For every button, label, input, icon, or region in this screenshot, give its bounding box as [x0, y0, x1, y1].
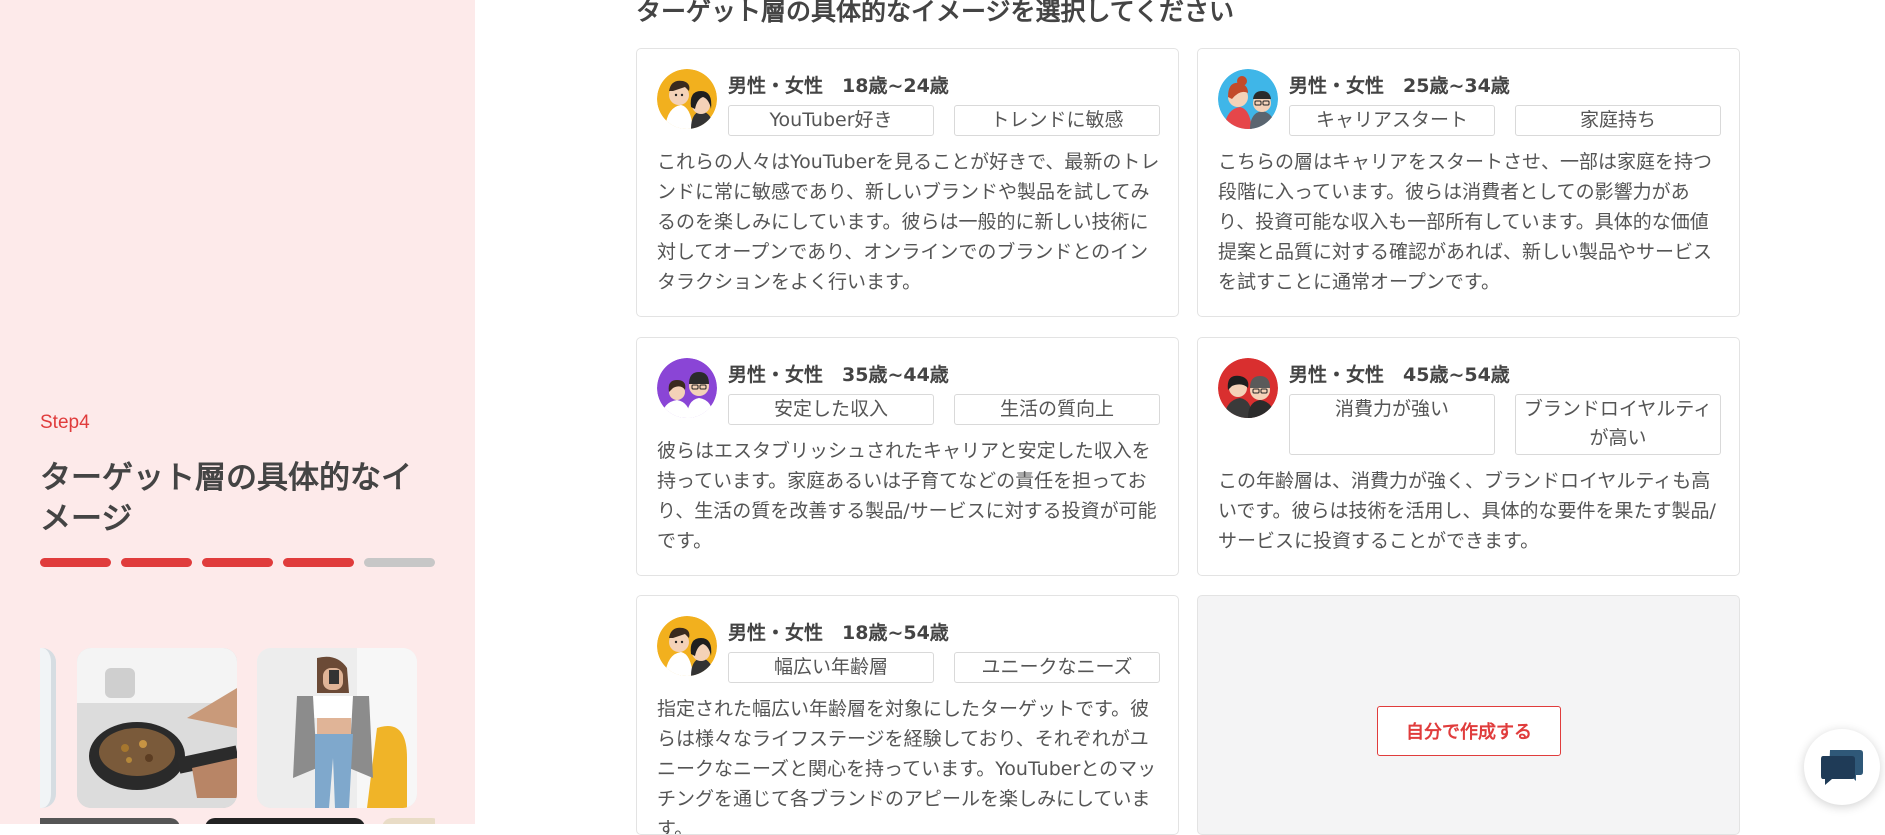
- gallery-photo-partial: [40, 648, 56, 808]
- gallery-photo-cooking: [77, 648, 237, 808]
- create-own-button[interactable]: 自分で作成する: [1377, 706, 1561, 756]
- progress-segment: [202, 558, 273, 567]
- tag: キャリアスタート: [1289, 105, 1495, 136]
- card-description: この年齢層は、消費力が強く、ブランドロイヤルティも高いです。彼らは技術を活用し、…: [1218, 470, 1716, 552]
- target-card-45-54[interactable]: 男性・女性 45歳~54歳 消費力が強い ブランドロイヤルティが高い この年齢層…: [1197, 337, 1740, 576]
- progress-bar: [40, 558, 435, 567]
- progress-segment: [121, 558, 192, 567]
- card-header: 男性・女性 35歳~44歳: [728, 364, 949, 386]
- tag-list: 幅広い年齢層 ユニークなニーズ: [728, 652, 1160, 683]
- progress-segment: [40, 558, 111, 567]
- progress-segment: [364, 558, 435, 567]
- photo-gallery: [40, 648, 435, 824]
- step-label: Step4: [40, 412, 90, 433]
- gallery-photo-fashion: [257, 648, 417, 808]
- card-description: これらの人々はYouTuberを見ることが好きで、最新のトレンドに常に敏感であり…: [657, 151, 1160, 293]
- create-own-card: 自分で作成する: [1197, 595, 1740, 835]
- target-card-25-34[interactable]: 男性・女性 25歳~34歳 キャリアスタート 家庭持ち こちらの層はキャリアをス…: [1197, 48, 1740, 317]
- card-description: 彼らはエスタブリッシュされたキャリアと安定した収入を持っています。家庭あるいは子…: [657, 440, 1157, 552]
- card-header: 男性・女性 25歳~34歳: [1289, 75, 1510, 97]
- avatar: [657, 69, 717, 129]
- target-card-18-24[interactable]: 男性・女性 18歳~24歳 YouTuber好き トレンドに敏感 これらの人々は…: [636, 48, 1179, 317]
- gallery-photo-row2-a: [40, 818, 180, 824]
- tag: 生活の質向上: [954, 394, 1160, 425]
- tag-list: キャリアスタート 家庭持ち: [1289, 105, 1721, 136]
- tag: ユニークなニーズ: [954, 652, 1160, 683]
- card-header: 男性・女性 18歳~54歳: [728, 622, 949, 644]
- card-header: 男性・女性 45歳~54歳: [1289, 364, 1510, 386]
- tag: 幅広い年齢層: [728, 652, 934, 683]
- avatar: [1218, 69, 1278, 129]
- tag-list: 安定した収入 生活の質向上: [728, 394, 1160, 425]
- progress-segment: [283, 558, 354, 567]
- gallery-photo-row2-b: [205, 818, 365, 824]
- card-header: 男性・女性 18歳~24歳: [728, 75, 949, 97]
- card-description: こちらの層はキャリアをスタートさせ、一部は家庭を持つ段階に入っています。彼らは消…: [1218, 151, 1713, 293]
- page-title: ターゲット層の具体的なイメージを選択してください: [636, 0, 1235, 26]
- chat-bubble-icon: [1821, 750, 1863, 785]
- avatar: [1218, 358, 1278, 418]
- tag-list: YouTuber好き トレンドに敏感: [728, 105, 1160, 136]
- card-description: 指定された幅広い年齢層を対象にしたターゲットです。彼らは様々なライフステージを経…: [657, 698, 1157, 835]
- sidebar: Step4 ターゲット層の具体的なイメージ: [0, 0, 475, 824]
- target-card-35-44[interactable]: 男性・女性 35歳~44歳 安定した収入 生活の質向上 彼らはエスタブリッシュさ…: [636, 337, 1179, 576]
- tag: 消費力が強い: [1289, 394, 1495, 455]
- tag: トレンドに敏感: [954, 105, 1160, 136]
- target-card-18-54[interactable]: 男性・女性 18歳~54歳 幅広い年齢層 ユニークなニーズ 指定された幅広い年齢…: [636, 595, 1179, 835]
- avatar: [657, 616, 717, 676]
- step-title: ターゲット層の具体的なイメージ: [40, 460, 412, 537]
- tag: ブランドロイヤルティが高い: [1515, 394, 1721, 455]
- tag: YouTuber好き: [728, 105, 934, 136]
- tag: 安定した収入: [728, 394, 934, 425]
- fashion-image: [257, 648, 417, 808]
- tag: 家庭持ち: [1515, 105, 1721, 136]
- cooking-image: [77, 648, 237, 808]
- gallery-photo-row2-c: [382, 818, 435, 824]
- avatar: [657, 358, 717, 418]
- tag-list: 消費力が強い ブランドロイヤルティが高い: [1289, 394, 1721, 455]
- chat-widget-button[interactable]: [1804, 729, 1880, 805]
